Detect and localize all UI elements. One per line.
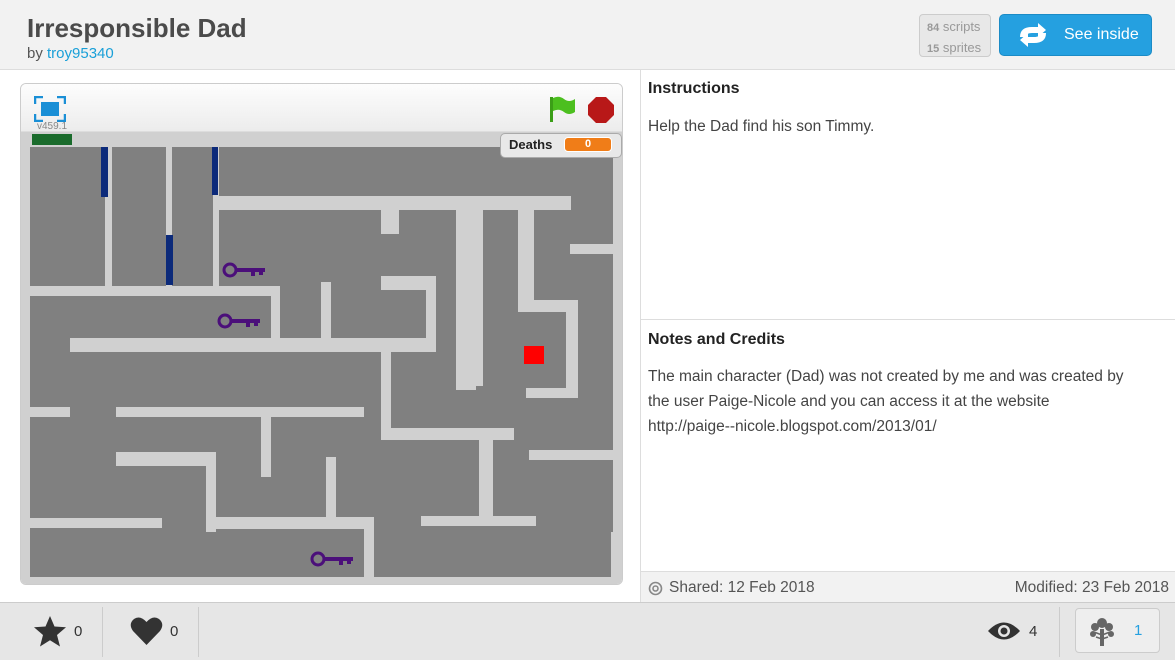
game-stage[interactable] [21, 132, 622, 584]
see-inside-label: See inside [1064, 26, 1139, 43]
scripts-count: 84 [927, 22, 940, 34]
by-label: by [27, 45, 43, 62]
views-stat: 4 [987, 603, 1037, 659]
deaths-value: 0 [564, 137, 612, 152]
favorites-count: 0 [74, 622, 83, 640]
stop-icon[interactable] [587, 96, 615, 124]
project-dates: Shared: 12 Feb 2018 Modified: 23 Feb 201… [641, 571, 1175, 602]
progress-bar [32, 134, 72, 145]
shared-date-wrap: Shared: 12 Feb 2018 [648, 579, 815, 597]
deaths-label: Deaths [509, 137, 553, 152]
maze-canvas [30, 147, 622, 577]
see-inside-arrows-icon [1020, 23, 1046, 47]
player-version: v459.1 [37, 121, 68, 132]
instructions-heading: Instructions [648, 80, 740, 97]
author-link[interactable]: troy95340 [47, 45, 114, 62]
project-title: Irresponsible Dad [27, 13, 247, 43]
project-header: Irresponsible Dad by troy95340 84 script… [0, 0, 1175, 70]
modified-date: Modified: 23 Feb 2018 [1014, 579, 1169, 596]
notes-line: The main character (Dad) was not created… [648, 368, 1124, 385]
divider [198, 607, 199, 657]
remixes-count: 1 [1134, 622, 1143, 639]
goal-square [524, 346, 544, 364]
heart-icon [130, 617, 163, 645]
project-info-panel: Instructions Help the Dad find his son T… [640, 70, 1175, 602]
notes-heading: Notes and Credits [648, 331, 785, 348]
remix-tree-icon [1090, 617, 1114, 646]
green-flag-icon[interactable] [547, 95, 577, 123]
star-icon [34, 616, 66, 647]
favorite-button[interactable]: 0 [33, 603, 82, 659]
section-divider [641, 319, 1175, 320]
sprites-label: sprites [942, 40, 982, 55]
remix-tree-button[interactable]: 1 [1075, 608, 1160, 653]
fullscreen-icon[interactable] [34, 96, 66, 122]
views-count: 4 [1029, 622, 1038, 640]
divider [1059, 607, 1060, 657]
player-controls: v459.1 [21, 84, 622, 132]
see-inside-button[interactable]: See inside [999, 14, 1152, 56]
love-button[interactable]: 0 [130, 603, 178, 659]
project-player: v459.1 Deaths 0 [20, 83, 623, 585]
divider [102, 607, 103, 657]
notes-line: the user Paige-Nicole and you can access… [648, 393, 1050, 410]
shared-icon [648, 581, 663, 595]
notes-line: http://paige--nicole.blogspot.com/2013/0… [648, 418, 937, 435]
sprites-count: 15 [927, 43, 940, 55]
deaths-monitor: Deaths 0 [500, 133, 622, 158]
project-stats: 84 scripts 15 sprites [919, 14, 991, 57]
eye-icon [988, 622, 1020, 640]
scripts-label: scripts [942, 19, 981, 34]
loves-count: 0 [170, 622, 179, 640]
shared-date: Shared: 12 Feb 2018 [669, 579, 815, 596]
instructions-text: Help the Dad find his son Timmy. [648, 118, 875, 135]
byline: by troy95340 [27, 45, 114, 62]
notes-text: The main character (Dad) was not created… [648, 364, 1173, 439]
bottom-stats-bar: 0 0 4 1 [0, 602, 1175, 660]
